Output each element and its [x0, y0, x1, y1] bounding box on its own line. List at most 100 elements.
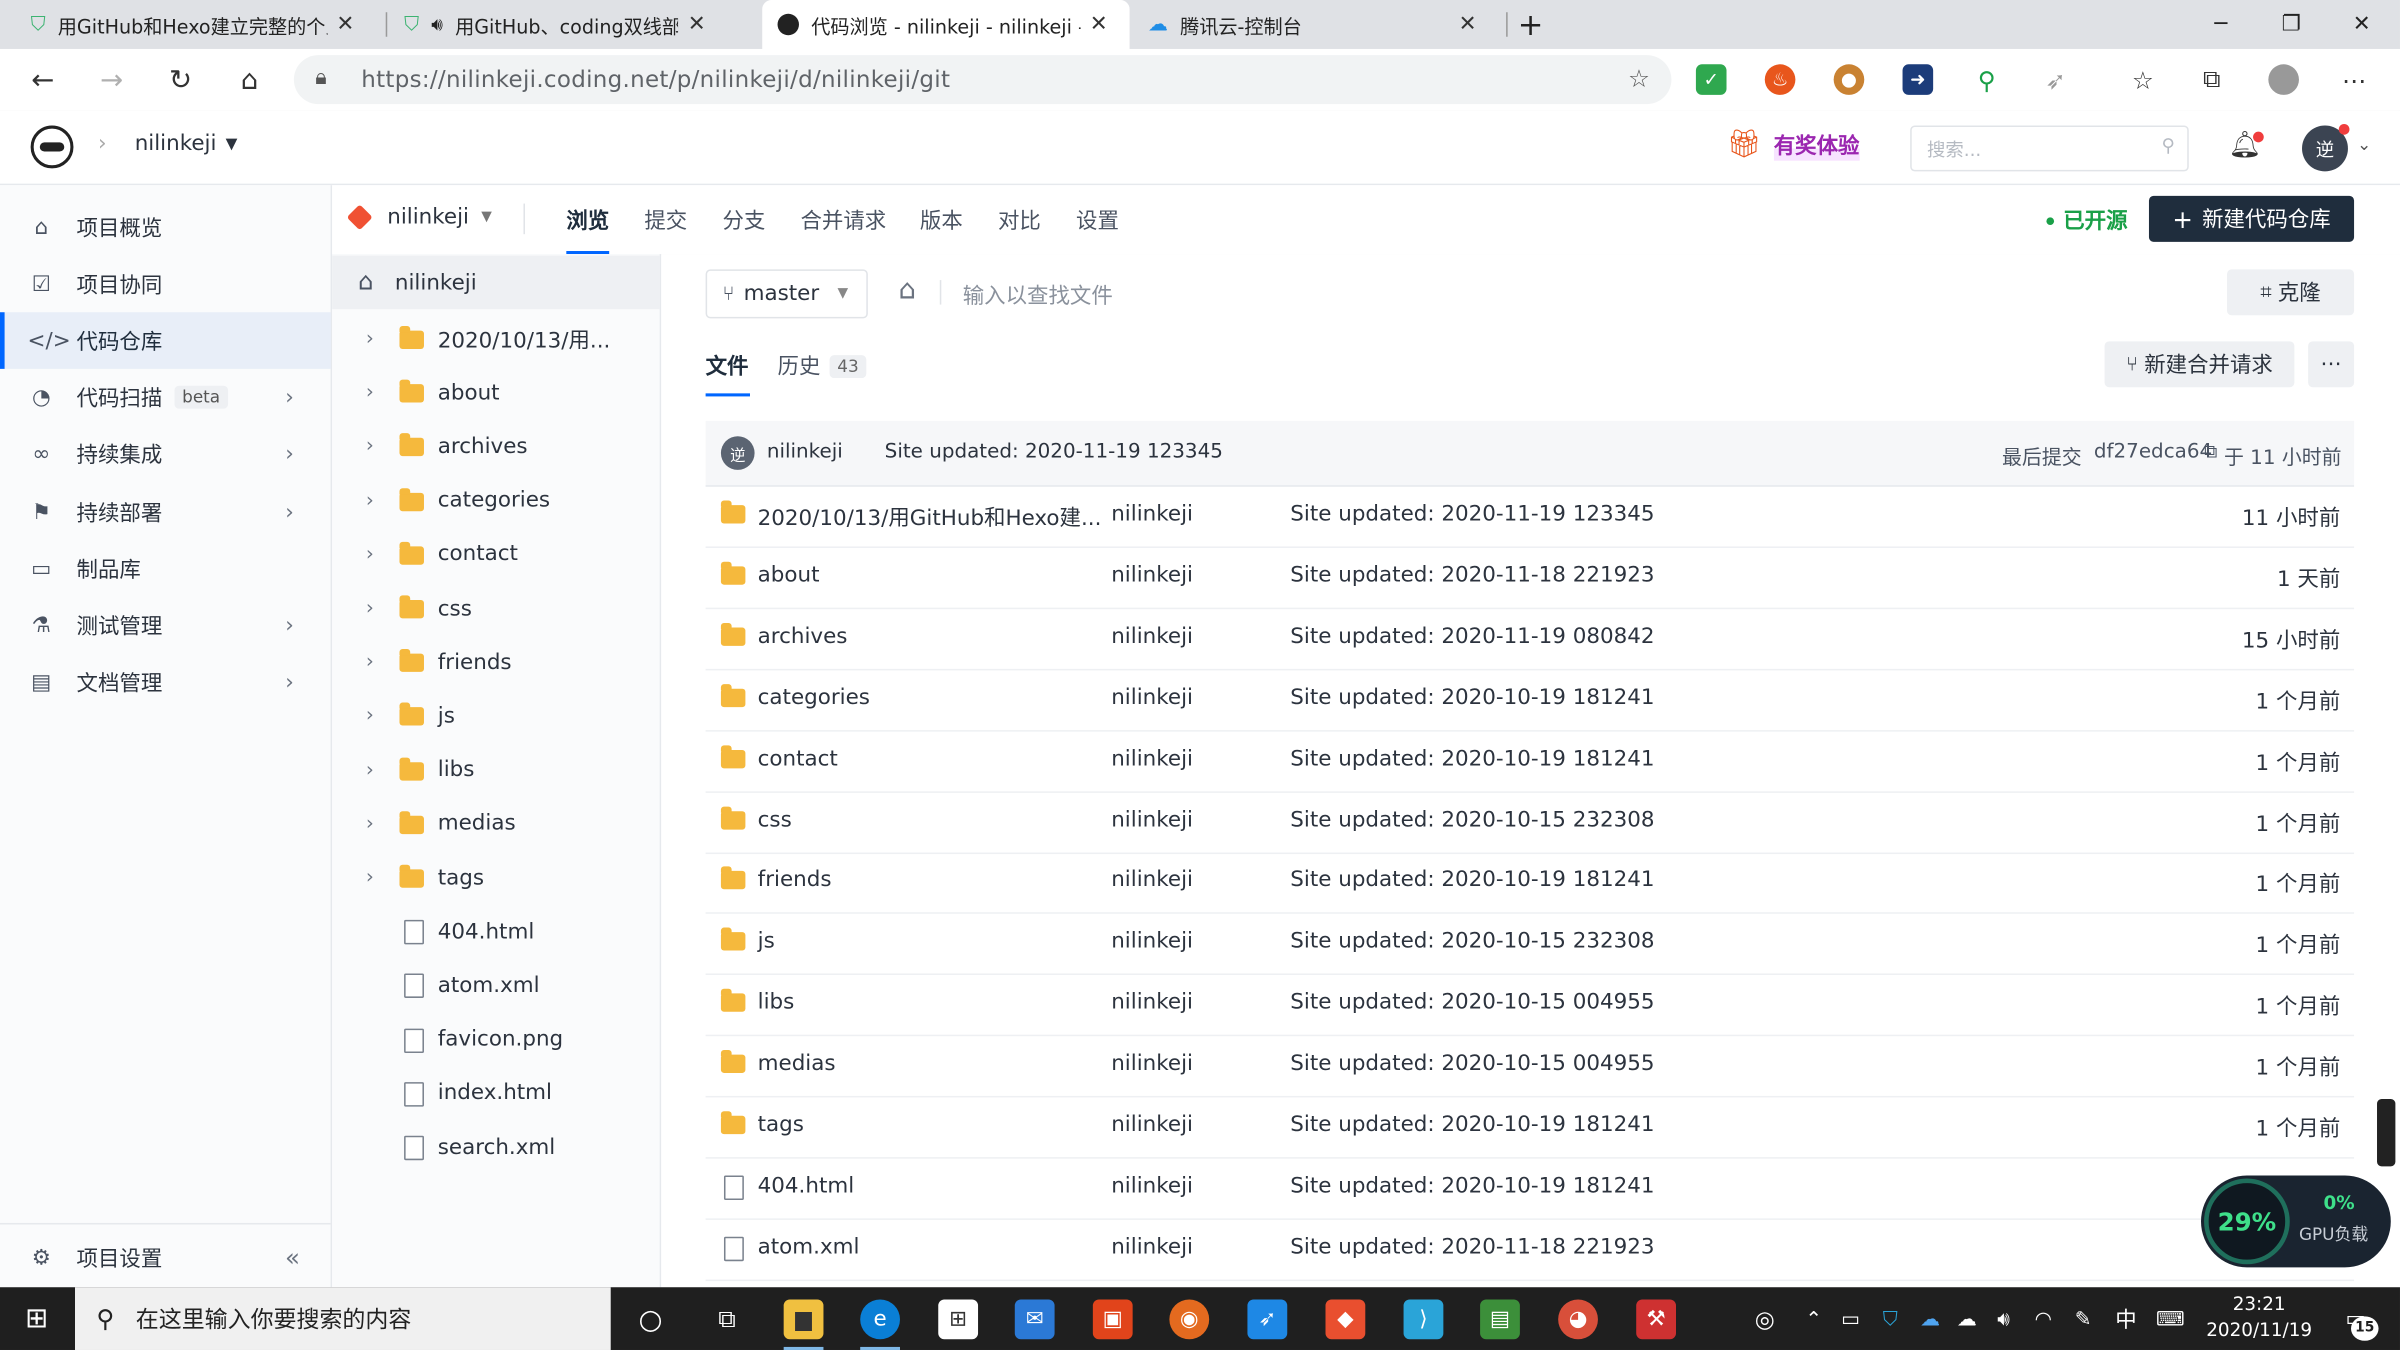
battery-icon[interactable]: ▭ [1831, 1299, 1871, 1339]
tree-file-item[interactable]: atom.xml [332, 959, 660, 1013]
file-name[interactable]: archives [758, 624, 848, 648]
collapse-sidebar-icon[interactable]: « [285, 1243, 300, 1272]
refresh-icon[interactable]: ↻ [158, 58, 204, 101]
close-icon[interactable]: ✕ [1090, 12, 1108, 36]
wifi-icon[interactable]: ◠ [2023, 1299, 2063, 1339]
commit-message[interactable]: Site updated: 2020-11-19 123345 [885, 441, 1223, 464]
close-icon[interactable]: ✕ [336, 12, 354, 36]
chevron-right-icon[interactable]: › [366, 328, 374, 351]
taskbar-search-input[interactable]: ⚲ 在这里输入你要搜索的内容 [74, 1287, 611, 1350]
feishu-icon[interactable]: ➶ [1247, 1299, 1288, 1340]
file-name[interactable]: categories [758, 685, 870, 709]
tab-history[interactable]: 历史 43 [778, 351, 867, 382]
file-name[interactable]: 2020/10/13/用GitHub和Hexo建... [758, 502, 1102, 533]
file-name[interactable]: about [758, 563, 820, 587]
app-icon[interactable]: ◕ [1558, 1299, 1598, 1340]
pin-extension-icon[interactable]: ⚲ [1971, 64, 2003, 95]
file-table-row[interactable]: medias nilinkeji Site updated: 2020-10-15 … [705, 1035, 2355, 1098]
file-author[interactable]: nilinkeji [1111, 563, 1193, 587]
home-icon[interactable]: ⌂ [898, 274, 916, 306]
file-commit-message[interactable]: Site updated: 2020-10-19 181241 [1290, 1113, 1654, 1137]
arrow-extension-icon[interactable]: ➜ [1902, 64, 1934, 95]
tree-file-item[interactable]: search.xml [332, 1120, 660, 1174]
team-switcher[interactable]: nilinkeji ▼ [135, 132, 238, 156]
sidebar-item-artifacts[interactable]: ▭ 制品库 [0, 540, 331, 597]
file-commit-message[interactable]: Site updated: 2020-10-19 181241 [1290, 868, 1654, 892]
maximize-icon[interactable]: ❐ [2256, 0, 2326, 49]
file-commit-message[interactable]: Site updated: 2020-10-15 004955 [1290, 991, 1654, 1015]
chevron-right-icon[interactable]: › [366, 651, 374, 674]
file-author[interactable]: nilinkeji [1111, 685, 1193, 709]
file-table-row[interactable]: archives nilinkeji Site updated: 2020-11-1… [705, 607, 2355, 671]
file-author[interactable]: nilinkeji [1111, 502, 1193, 526]
browser-tab-3-active[interactable]: 代码浏览 - nilinkeji - nilinkeji - 过 ✕ [762, 0, 1130, 49]
commit-hash[interactable]: df27edca64 [2094, 441, 2212, 464]
shield-icon[interactable]: ⛉ [1870, 1299, 1910, 1339]
file-table-row[interactable]: 404.html nilinkeji Site updated: 2020-10-1… [705, 1157, 2355, 1220]
chevron-right-icon[interactable]: › [366, 489, 374, 512]
sidebar-item-testing[interactable]: ⚗ 测试管理 › [0, 597, 331, 654]
file-name[interactable]: 404.html [758, 1174, 855, 1198]
tab-releases[interactable]: 版本 [920, 185, 963, 254]
tab-settings[interactable]: 设置 [1076, 185, 1119, 254]
back-icon[interactable]: ← [20, 58, 66, 101]
store-icon[interactable]: ⊞ [938, 1299, 979, 1340]
tree-folder-item[interactable]: › contact [332, 528, 660, 582]
file-commit-message[interactable]: Site updated: 2020-10-19 181241 [1290, 746, 1654, 770]
repo-switcher[interactable]: nilinkeji ▼ [346, 204, 492, 231]
pen-icon[interactable]: ✎ [2063, 1299, 2103, 1339]
file-author[interactable]: nilinkeji [1111, 746, 1193, 770]
tree-folder-item[interactable]: › libs [332, 743, 660, 797]
edge-browser-icon[interactable]: e [860, 1299, 900, 1340]
file-author[interactable]: nilinkeji [1111, 1052, 1193, 1076]
sidebar-item-code-scan[interactable]: ◔ 代码扫描 beta › [0, 369, 331, 426]
file-commit-message[interactable]: Site updated: 2020-10-19 181241 [1290, 1174, 1654, 1198]
volume-icon[interactable]: 🔊︎ [1984, 1299, 2024, 1339]
git-app-icon[interactable]: ◆ [1325, 1299, 1366, 1340]
file-commit-message[interactable]: Site updated: 2020-11-19 080842 [1290, 624, 1654, 648]
tray-expand-icon[interactable]: ⌃ [1794, 1299, 1834, 1339]
system-tray-app-icon[interactable]: ◎ [1745, 1299, 1785, 1339]
tree-file-item[interactable]: 404.html [332, 905, 660, 959]
sidebar-item-overview[interactable]: ⌂ 项目概览 [0, 199, 331, 256]
tree-folder-item[interactable]: › about [332, 366, 660, 420]
file-table-row[interactable]: categories nilinkeji Site updated: 2020-10… [705, 668, 2355, 732]
collections-icon[interactable]: ⧉ [2196, 64, 2228, 95]
fire-extension-icon[interactable]: ♨ [1764, 64, 1796, 95]
tab-browse[interactable]: 浏览 [566, 185, 610, 255]
cortana-icon[interactable]: ○ [631, 1299, 671, 1339]
sidebar-item-cd[interactable]: ⚑ 持续部署 › [0, 484, 331, 541]
cloud-icon[interactable]: ☁ [1947, 1299, 1987, 1339]
file-name[interactable]: tags [758, 1113, 804, 1137]
file-table-row[interactable]: 2020/10/13/用GitHub和Hexo建... nilinkeji Site… [705, 485, 2355, 548]
window-close-icon[interactable]: ✕ [2327, 0, 2397, 49]
scrollbar-thumb[interactable] [2377, 1098, 2396, 1167]
browser-tab-4[interactable]: ☁ 腾讯云-控制台 ✕ [1133, 0, 1500, 49]
keyboard-icon[interactable]: ⌨ [2150, 1299, 2190, 1339]
file-author[interactable]: nilinkeji [1111, 1235, 1193, 1259]
taskbar-clock[interactable]: 23:21 2020/11/19 [2198, 1292, 2320, 1344]
file-name[interactable]: js [758, 930, 775, 954]
tab-files[interactable]: 文件 [706, 351, 749, 382]
commit-author[interactable]: nilinkeji [767, 441, 843, 464]
tree-folder-item[interactable]: › friends [332, 635, 660, 689]
url-field[interactable]: 🔒︎ https://nilinkeji.coding.net/p/nilink… [293, 55, 1672, 105]
file-commit-message[interactable]: Site updated: 2020-11-19 123345 [1290, 502, 1654, 526]
windows-start-icon[interactable]: ⊞ [0, 1287, 73, 1350]
sidebar-item-code-repo[interactable]: </> 代码仓库 [0, 312, 331, 369]
chevron-down-icon[interactable]: ⌄ [2357, 135, 2371, 155]
tree-folder-item[interactable]: › categories [332, 474, 660, 528]
file-commit-message[interactable]: Site updated: 2020-11-18 221923 [1290, 1235, 1654, 1259]
coding-logo-icon[interactable] [30, 125, 74, 169]
file-author[interactable]: nilinkeji [1111, 807, 1193, 831]
task-view-icon[interactable]: ⧉ [707, 1299, 747, 1339]
tab-compare[interactable]: 对比 [998, 185, 1041, 254]
mail-icon[interactable]: ✉ [1014, 1299, 1055, 1340]
tree-folder-item[interactable]: › archives [332, 420, 660, 474]
file-table-row[interactable]: contact nilinkeji Site updated: 2020-10-19… [705, 729, 2355, 793]
file-name[interactable]: atom.xml [758, 1235, 860, 1259]
file-commit-message[interactable]: Site updated: 2020-11-18 221923 [1290, 563, 1654, 587]
office-icon[interactable]: ▣ [1092, 1299, 1133, 1340]
adblock-shield-icon[interactable]: ✓ [1695, 64, 1727, 95]
file-name[interactable]: css [758, 807, 792, 831]
